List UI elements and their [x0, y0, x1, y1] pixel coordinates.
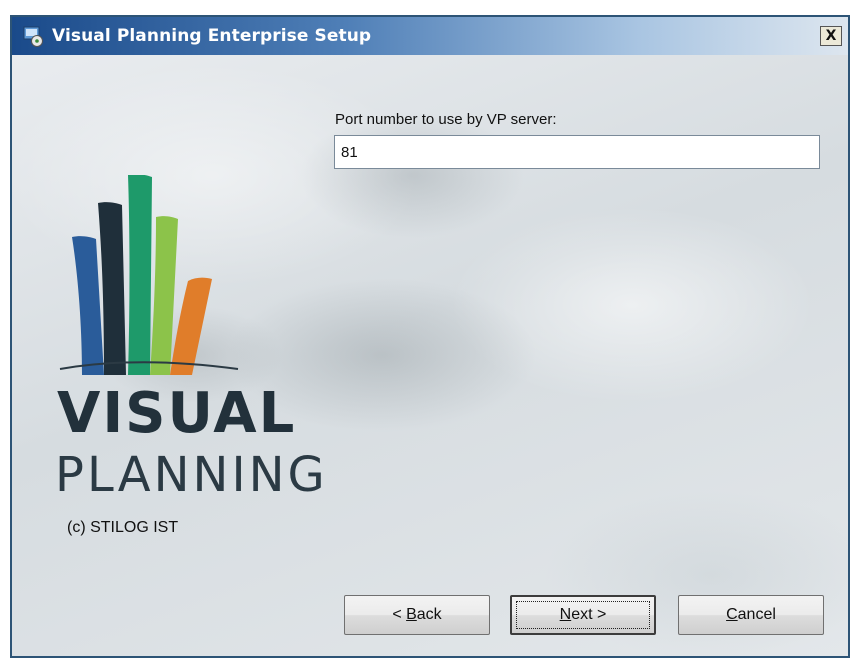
wizard-body: VISUAL PLANNING (c) STILOG IST Port numb… — [12, 55, 848, 656]
cancel-button[interactable]: Cancel — [678, 595, 824, 635]
port-number-label: Port number to use by VP server: — [335, 111, 557, 128]
brand-planning-text: PLANNING — [55, 447, 328, 503]
close-icon: X — [825, 28, 837, 44]
close-button[interactable]: X — [820, 26, 842, 46]
title-bar[interactable]: Visual Planning Enterprise Setup X — [12, 17, 848, 55]
brand-visual-text: VISUAL — [57, 381, 297, 446]
back-button-label: < Back — [392, 606, 442, 623]
visual-planning-logo-icon — [59, 175, 239, 375]
focus-rectangle — [516, 601, 650, 629]
back-button[interactable]: < Back — [344, 595, 490, 635]
port-number-input[interactable] — [334, 135, 820, 169]
next-button[interactable]: Next > — [510, 595, 656, 635]
cancel-button-label: Cancel — [726, 606, 776, 623]
setup-installer-icon — [23, 26, 43, 47]
setup-window: Visual Planning Enterprise Setup X VISUA… — [10, 15, 850, 658]
window-title: Visual Planning Enterprise Setup — [52, 26, 372, 46]
copyright-text: (c) STILOG IST — [67, 519, 179, 536]
